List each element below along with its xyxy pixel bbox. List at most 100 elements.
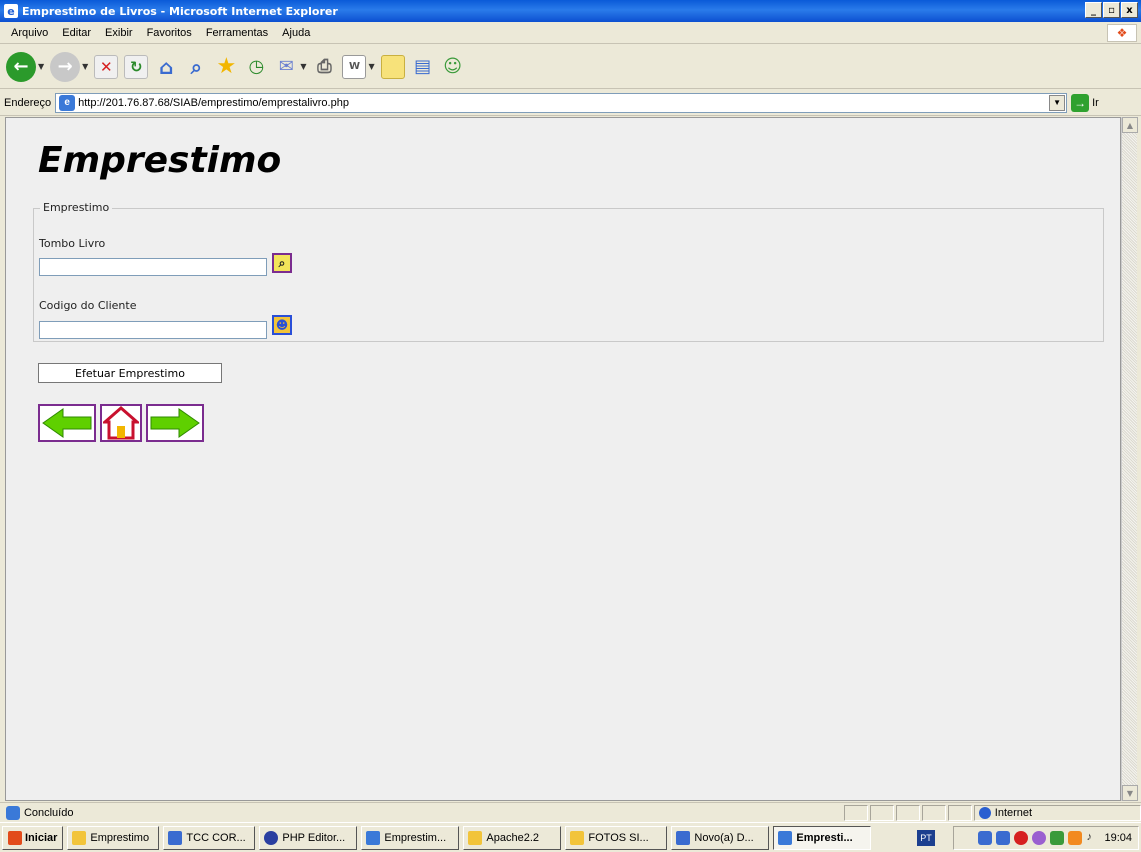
forward-icon[interactable]: → <box>50 51 81 82</box>
menu-arquivo[interactable]: Arquivo <box>4 27 55 39</box>
task-label: Empresti... <box>796 831 853 844</box>
page-title: Emprestimo <box>38 140 282 181</box>
start-label: Iniciar <box>25 831 58 844</box>
page-icon: e <box>59 94 76 111</box>
scroll-up-icon[interactable]: ▲ <box>1122 117 1138 133</box>
forward-dropdown-icon[interactable]: ▼ <box>82 62 88 71</box>
status-bar: Concluído Internet <box>0 802 1141 822</box>
word-document-icon <box>676 830 691 845</box>
forward-nav-button[interactable] <box>146 404 204 442</box>
antivirus-icon[interactable] <box>1014 831 1029 845</box>
task-button[interactable]: FOTOS SI... <box>565 825 668 850</box>
maximize-button[interactable]: ▫ <box>1103 2 1120 18</box>
emprestimo-fieldset: Emprestimo Tombo Livro ⌕ Codigo do Clien… <box>33 201 1104 342</box>
back-icon[interactable]: ← <box>6 51 36 82</box>
task-label: PHP Editor... <box>282 831 346 844</box>
search-icon[interactable]: ⌕ <box>184 55 208 79</box>
mail-dropdown-icon[interactable]: ▼ <box>300 62 306 71</box>
folder-icon <box>468 830 483 845</box>
status-text: Concluído <box>23 806 74 819</box>
task-button-active[interactable]: Empresti... <box>773 825 872 850</box>
task-button[interactable]: Apache2.2 <box>463 825 562 850</box>
system-tray: ♪ 19:04 <box>953 826 1139 850</box>
go-arrow-icon: → <box>1071 93 1090 112</box>
volume-icon[interactable]: ♪ <box>1086 831 1101 845</box>
start-button[interactable]: Iniciar <box>2 825 64 850</box>
status-cell <box>896 804 920 821</box>
folder-icon <box>570 830 585 845</box>
green-left-arrow-icon <box>42 408 92 438</box>
address-url[interactable]: http://201.76.87.68/SIAB/emprestimo/empr… <box>78 97 349 109</box>
home-nav-button[interactable] <box>100 404 142 442</box>
address-input[interactable]: e http://201.76.87.68/SIAB/emprestimo/em… <box>55 92 1068 113</box>
history-icon[interactable]: ◷ <box>244 55 268 79</box>
client-search-icon[interactable]: ☻ <box>272 315 292 335</box>
go-label: Ir <box>1092 96 1099 109</box>
back-dropdown-icon[interactable]: ▼ <box>38 62 44 71</box>
menu-editar[interactable]: Editar <box>55 27 98 39</box>
task-label: Emprestimo <box>90 831 150 844</box>
window-controls: _ ▫ x <box>1085 2 1138 18</box>
security-zone: Internet <box>973 804 1141 821</box>
cliente-input[interactable] <box>39 321 267 339</box>
folder-icon <box>72 830 87 845</box>
address-dropdown-icon[interactable]: ▼ <box>1049 94 1066 111</box>
menu-favoritos[interactable]: Favoritos <box>140 27 199 39</box>
research-icon[interactable]: ▤ <box>411 55 435 79</box>
clock: 19:04 <box>1104 832 1132 844</box>
network-icon[interactable] <box>996 831 1011 845</box>
book-search-icon[interactable]: ⌕ <box>272 253 292 273</box>
windows-logo-icon: ❖ <box>1107 24 1137 42</box>
menu-ferramentas[interactable]: Ferramentas <box>199 27 275 39</box>
ie-icon: e <box>4 4 18 18</box>
taskbar: Iniciar Emprestimo TCC COR... PHP Editor… <box>0 822 1141 852</box>
task-label: TCC COR... <box>186 831 246 844</box>
language-indicator[interactable]: PT <box>917 830 935 846</box>
task-label: Apache2.2 <box>486 831 540 844</box>
messenger-icon[interactable] <box>1050 831 1065 845</box>
scroll-down-icon[interactable]: ▼ <box>1122 785 1138 801</box>
status-cell <box>921 804 946 821</box>
go-button[interactable]: → Ir <box>1071 93 1099 112</box>
menu-ajuda[interactable]: Ajuda <box>275 27 317 39</box>
task-label: Emprestim... <box>384 831 447 844</box>
task-button[interactable]: TCC COR... <box>163 825 256 850</box>
task-button[interactable]: PHP Editor... <box>259 825 358 850</box>
address-label: Endereço <box>4 96 52 109</box>
task-label: Novo(a) D... <box>694 831 754 844</box>
stop-icon[interactable]: ✕ <box>94 54 119 79</box>
page-viewport: Emprestimo Emprestimo Tombo Livro ⌕ Codi… <box>5 117 1121 801</box>
red-home-icon <box>103 406 139 440</box>
edit-word-icon[interactable]: W <box>342 54 367 79</box>
vertical-scrollbar[interactable]: ▲ ▼ <box>1121 117 1138 801</box>
tray-app-icon[interactable] <box>1068 831 1083 845</box>
efetuar-emprestimo-button[interactable]: Efetuar Emprestimo <box>38 363 222 383</box>
globe-icon <box>978 806 991 819</box>
page-done-icon <box>6 805 20 820</box>
task-button[interactable]: Emprestimo <box>67 825 160 850</box>
edit-dropdown-icon[interactable]: ▼ <box>368 62 374 71</box>
messenger-icon[interactable]: ☺ <box>441 55 465 79</box>
shield-icon[interactable] <box>1032 831 1047 845</box>
minimize-button[interactable]: _ <box>1085 2 1102 18</box>
close-button[interactable]: x <box>1121 2 1138 18</box>
window-titlebar: e Emprestimo de Livros - Microsoft Inter… <box>0 0 1141 22</box>
task-button[interactable]: Novo(a) D... <box>671 825 770 850</box>
refresh-icon[interactable]: ↻ <box>124 54 149 79</box>
network-icon[interactable] <box>978 831 993 845</box>
back-nav-button[interactable] <box>38 404 96 442</box>
menu-bar: Arquivo Editar Exibir Favoritos Ferramen… <box>0 22 1141 44</box>
task-button[interactable]: Emprestim... <box>361 825 460 850</box>
toolbar: ← ▼ → ▼ ✕ ↻ ⌂ ⌕ ★ ◷ ✉ ▼ ⎙ W ▼ ▤ ☺ <box>0 45 1141 89</box>
fieldset-legend: Emprestimo <box>40 201 113 214</box>
green-right-arrow-icon <box>150 408 200 438</box>
status-cell <box>844 804 869 821</box>
discuss-icon[interactable] <box>380 54 405 79</box>
window-title: Emprestimo de Livros - Microsoft Interne… <box>22 4 338 18</box>
tombo-input[interactable] <box>39 258 267 276</box>
favorites-icon[interactable]: ★ <box>214 54 238 79</box>
menu-exibir[interactable]: Exibir <box>98 27 140 39</box>
home-icon[interactable]: ⌂ <box>154 55 178 79</box>
mail-icon[interactable]: ✉ <box>274 55 298 79</box>
print-icon[interactable]: ⎙ <box>312 55 336 79</box>
